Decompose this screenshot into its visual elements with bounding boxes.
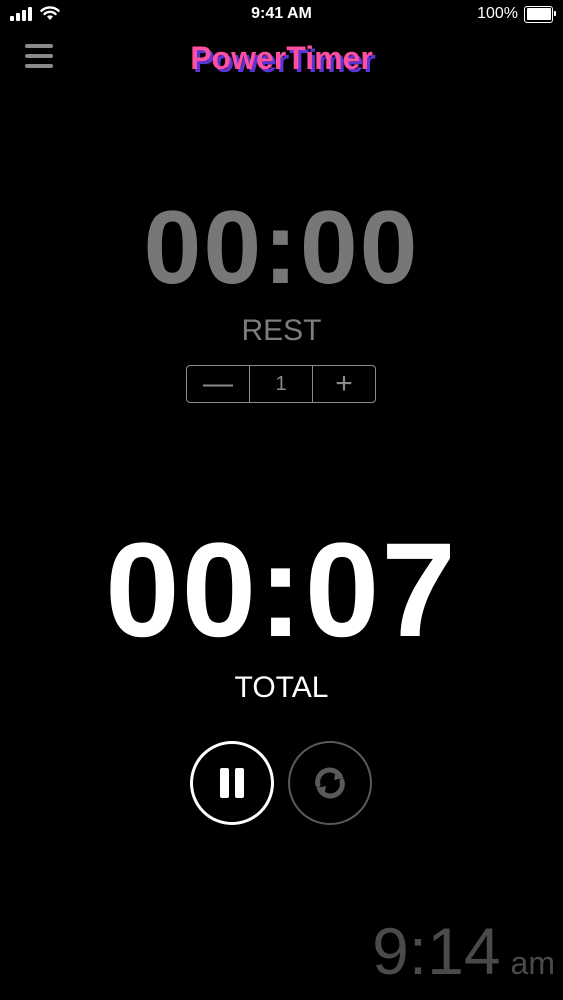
rest-timer: 00:00: [143, 190, 420, 306]
total-label: TOTAL: [234, 671, 329, 704]
rest-stepper: — 1 +: [186, 365, 376, 403]
battery-percentage: 100%: [477, 5, 518, 22]
status-right: 100%: [477, 5, 556, 23]
reset-button[interactable]: [288, 741, 372, 825]
pause-button[interactable]: [190, 741, 274, 825]
clock: 9:14 am: [372, 918, 555, 984]
minus-icon: —: [203, 367, 233, 400]
plus-icon: +: [335, 367, 353, 400]
total-timer: 00:07: [105, 516, 458, 665]
rest-label: REST: [241, 314, 322, 347]
clock-ampm: am: [510, 945, 555, 981]
clock-time: 9:14: [372, 914, 501, 988]
decrement-button[interactable]: —: [187, 366, 249, 402]
stepper-value: 1: [249, 366, 313, 402]
app-logo: PowerTimer: [190, 40, 373, 76]
increment-button[interactable]: +: [313, 366, 375, 402]
reset-icon: [315, 767, 345, 799]
battery-icon: [524, 5, 556, 23]
status-bar: 9:41 AM 100%: [0, 0, 563, 30]
